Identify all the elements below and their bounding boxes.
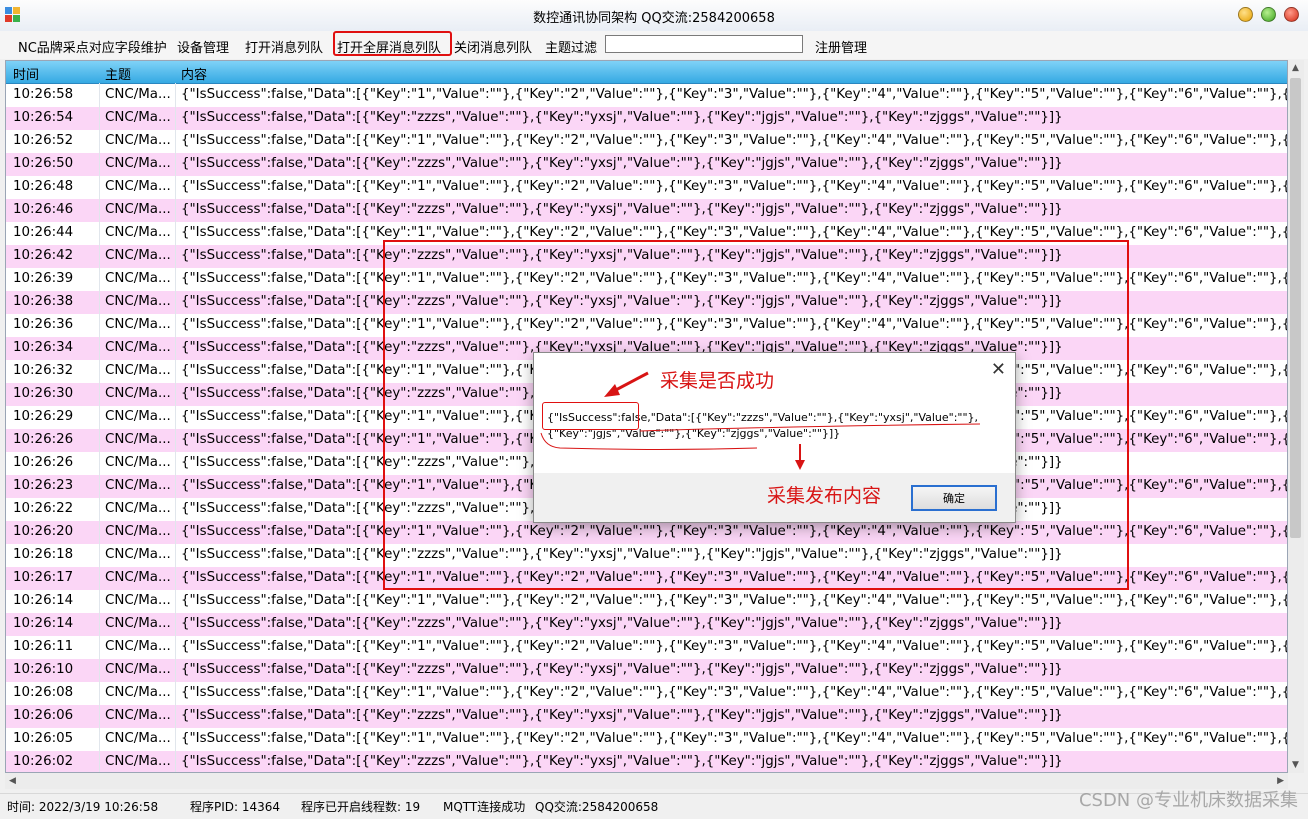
annotation-arrows bbox=[540, 371, 981, 470]
arrow-to-success-icon bbox=[604, 371, 649, 397]
content-underline bbox=[639, 423, 981, 432]
content-underline bbox=[540, 432, 758, 450]
arrow-to-content-icon bbox=[795, 444, 805, 470]
